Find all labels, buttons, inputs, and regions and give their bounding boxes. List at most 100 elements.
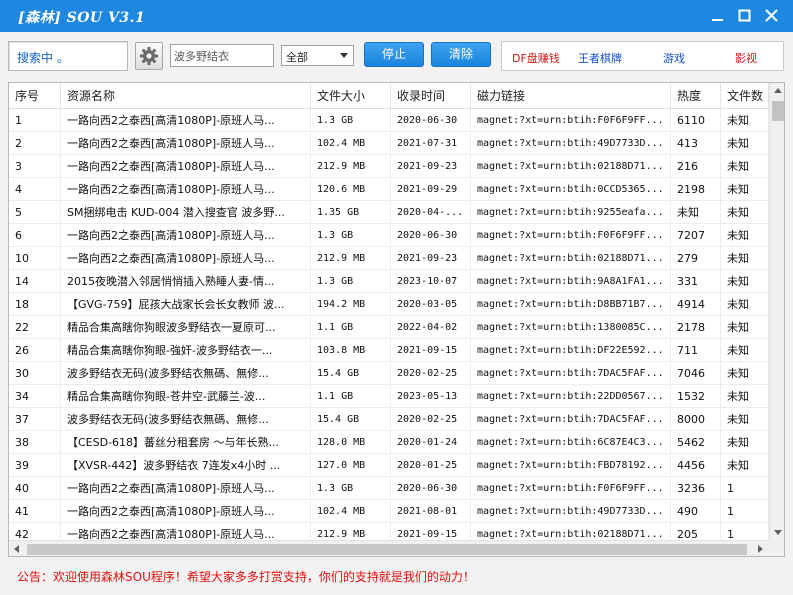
cell-date: 2023-10-07: [391, 270, 471, 293]
column-header-name[interactable]: 资源名称: [61, 83, 311, 109]
table-header: 序号 资源名称 文件大小 收录时间 磁力链接 热度 文件数: [9, 83, 769, 109]
cell-date: 2022-04-02: [391, 316, 471, 339]
cell-heat: 4456: [671, 454, 721, 477]
cell-file-count: 1: [721, 523, 769, 539]
cell-magnet: magnet:?xt=urn:btih:7DAC5FAF...: [471, 408, 671, 431]
table-row[interactable]: 40 一路向西2之泰西[高清1080P]-原班人马... 1.3 GB 2020-0…: [9, 477, 769, 500]
cell-name: 【GVG-759】屁孩大战家长会长女教师 波...: [61, 293, 311, 316]
link-df-pan[interactable]: DF盘赚钱: [512, 50, 560, 66]
vertical-scrollbar[interactable]: [769, 83, 785, 540]
table-row[interactable]: 18 【GVG-759】屁孩大战家长会长女教师 波... 194.2 MB 2020-…: [9, 293, 769, 316]
cell-date: 2020-06-30: [391, 477, 471, 500]
cell-date: 2020-04-...: [391, 201, 471, 224]
vertical-scroll-thumb[interactable]: [772, 101, 784, 121]
close-button[interactable]: [762, 6, 782, 26]
table-row[interactable]: 22 精品合集高瞎你狗眼波多野结衣一夏原可... 1.1 GB 2022-04-02 m…: [9, 316, 769, 339]
cell-index: 10: [9, 247, 61, 270]
cell-index: 26: [9, 339, 61, 362]
cell-date: 2020-03-05: [391, 293, 471, 316]
link-games[interactable]: 游戏: [663, 50, 685, 66]
table-row[interactable]: 41 一路向西2之泰西[高清1080P]-原班人马... 102.4 MB 2021…: [9, 500, 769, 523]
table-row[interactable]: 6 一路向西2之泰西[高清1080P]-原班人马... 1.3 GB 2020-06-…: [9, 224, 769, 247]
table-row[interactable]: 3 一路向西2之泰西[高清1080P]-原班人马... 212.9 MB 2021-0…: [9, 155, 769, 178]
cell-index: 3: [9, 155, 61, 178]
cell-heat: 6110: [671, 109, 721, 132]
cell-date: 2020-06-30: [391, 224, 471, 247]
table-row[interactable]: 1 一路向西2之泰西[高清1080P]-原班人马... 1.3 GB 2020-06-…: [9, 109, 769, 132]
table-row[interactable]: 10 一路向西2之泰西[高清1080P]-原班人马... 212.9 MB 2021-…: [9, 247, 769, 270]
table-row[interactable]: 14 2015夜晚潜入邻居悄悄插入熟睡人妻-情... 1.3 GB 2023-10-0…: [9, 270, 769, 293]
scroll-left-icon[interactable]: [9, 541, 25, 557]
cell-date: 2021-09-23: [391, 247, 471, 270]
column-header-heat[interactable]: 热度: [671, 83, 721, 109]
cell-heat: 490: [671, 500, 721, 523]
cell-size: 212.9 MB: [311, 247, 391, 270]
horizontal-scroll-thumb[interactable]: [27, 544, 747, 555]
cell-size: 1.3 GB: [311, 477, 391, 500]
cell-name: 精品合集高瞎你狗眼波多野结衣一夏原可...: [61, 316, 311, 339]
cell-index: 6: [9, 224, 61, 247]
cell-name: 2015夜晚潜入邻居悄悄插入熟睡人妻-情...: [61, 270, 311, 293]
table-row[interactable]: 4 一路向西2之泰西[高清1080P]-原班人马... 120.6 MB 2021-0…: [9, 178, 769, 201]
cell-date: 2023-05-13: [391, 385, 471, 408]
scroll-up-icon[interactable]: [770, 83, 785, 99]
cell-index: 18: [9, 293, 61, 316]
cell-magnet: magnet:?xt=urn:btih:1380085C...: [471, 316, 671, 339]
category-select[interactable]: 全部: [281, 45, 354, 66]
cell-name: 一路向西2之泰西[高清1080P]-原班人马...: [61, 109, 311, 132]
table-row[interactable]: 26 精品合集高瞎你狗眼-強奸-波多野结衣一... 103.8 MB 2021-09-…: [9, 339, 769, 362]
table-row[interactable]: 5 SM捆绑电击 KUD-004 潜入搜查官 波多野... 1.35 GB 2020-…: [9, 201, 769, 224]
cell-magnet: magnet:?xt=urn:btih:7DAC5FAF...: [471, 362, 671, 385]
column-header-index[interactable]: 序号: [9, 83, 61, 109]
column-header-size[interactable]: 文件大小: [311, 83, 391, 109]
cell-date: 2021-09-15: [391, 523, 471, 539]
column-header-date[interactable]: 收录时间: [391, 83, 471, 109]
search-input[interactable]: [170, 44, 274, 67]
cell-heat: 2178: [671, 316, 721, 339]
cell-heat: 413: [671, 132, 721, 155]
cell-index: 4: [9, 178, 61, 201]
maximize-icon: [738, 9, 751, 22]
cell-magnet: magnet:?xt=urn:btih:9255eafa...: [471, 201, 671, 224]
stop-button[interactable]: 停止: [364, 42, 424, 67]
table-row[interactable]: 38 【CESD-618】蕃丝分租套房 ～与年长熟... 128.0 MB 2020-…: [9, 431, 769, 454]
cell-date: 2020-02-25: [391, 362, 471, 385]
cell-magnet: magnet:?xt=urn:btih:D8BB71B7...: [471, 293, 671, 316]
horizontal-scrollbar[interactable]: [9, 540, 769, 557]
scrollbar-corner: [769, 540, 784, 556]
cell-name: 一路向西2之泰西[高清1080P]-原班人马...: [61, 477, 311, 500]
table-row[interactable]: 37 波多野结衣无码(波多野结衣無碼、無修... 15.4 GB 2020-02-25…: [9, 408, 769, 431]
settings-button[interactable]: [135, 42, 163, 70]
status-display: 搜索中 。: [8, 41, 128, 71]
cell-date: 2021-09-23: [391, 155, 471, 178]
cell-date: 2021-09-29: [391, 178, 471, 201]
cell-date: 2020-01-24: [391, 431, 471, 454]
minimize-button[interactable]: [708, 6, 728, 26]
table-row[interactable]: 2 一路向西2之泰西[高清1080P]-原班人马... 102.4 MB 2021-0…: [9, 132, 769, 155]
column-header-magnet[interactable]: 磁力链接: [471, 83, 671, 109]
cell-name: 一路向西2之泰西[高清1080P]-原班人马...: [61, 178, 311, 201]
cell-magnet: magnet:?xt=urn:btih:49D7733D...: [471, 500, 671, 523]
scroll-right-icon[interactable]: [752, 541, 768, 557]
column-header-file-count[interactable]: 文件数: [721, 83, 769, 109]
link-wangzhe-qipai[interactable]: 王者棋牌: [578, 50, 622, 66]
maximize-button[interactable]: [735, 6, 755, 26]
table-row[interactable]: 42 一路向西2之泰西[高清1080P]-原班人马... 212.9 MB 2021…: [9, 523, 769, 539]
cell-index: 34: [9, 385, 61, 408]
cell-file-count: 未知: [721, 201, 769, 224]
scroll-down-icon[interactable]: [770, 524, 785, 540]
table-row[interactable]: 39 【XVSR-442】波多野结衣 7连发x4小时 ... 127.0 MB 202…: [9, 454, 769, 477]
cell-index: 30: [9, 362, 61, 385]
cell-name: 精品合集高瞎你狗眼-苍井空-武藤兰-波...: [61, 385, 311, 408]
clear-button[interactable]: 清除: [431, 42, 491, 67]
chevron-down-icon: [340, 53, 348, 58]
table-row[interactable]: 34 精品合集高瞎你狗眼-苍井空-武藤兰-波... 1.1 GB 2023-05-13…: [9, 385, 769, 408]
results-table: 序号 资源名称 文件大小 收录时间 磁力链接 热度 文件数 1 一路向西2之泰西[…: [8, 82, 785, 557]
table-row[interactable]: 30 波多野结衣无码(波多野结衣無碼、無修... 15.4 GB 2020-02-25…: [9, 362, 769, 385]
cell-name: 【XVSR-442】波多野结衣 7连发x4小时 ...: [61, 454, 311, 477]
link-movies[interactable]: 影视: [735, 50, 757, 66]
cell-size: 127.0 MB: [311, 454, 391, 477]
cell-file-count: 未知: [721, 270, 769, 293]
cell-heat: 1532: [671, 385, 721, 408]
cell-magnet: magnet:?xt=urn:btih:9A8A1FA1...: [471, 270, 671, 293]
